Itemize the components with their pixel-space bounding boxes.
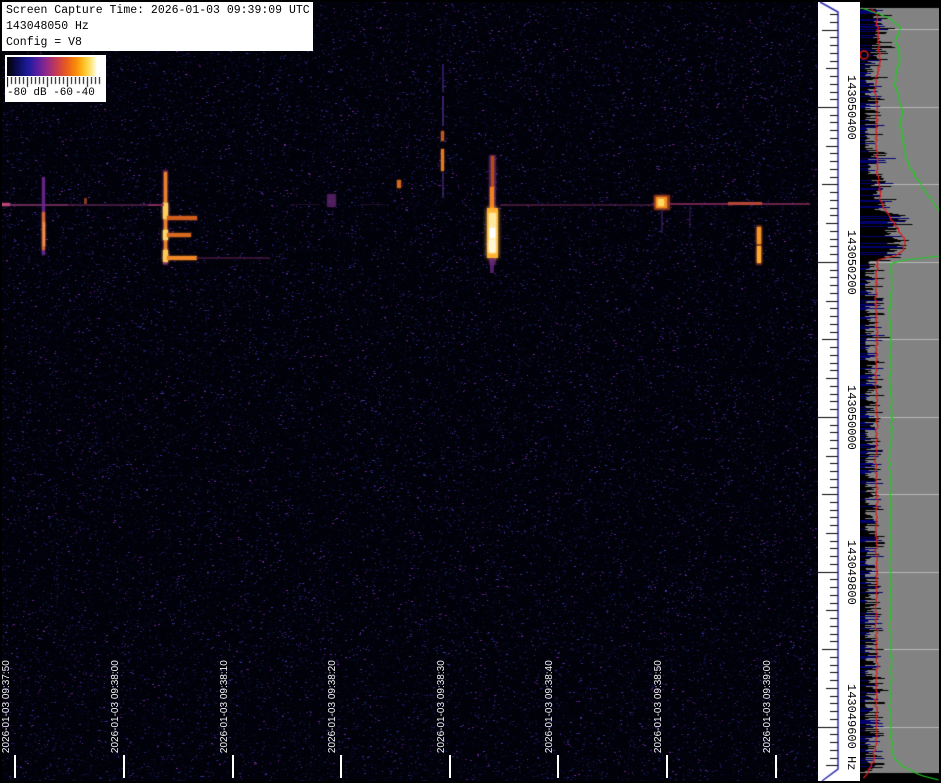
frequency-scale-ruler [818,0,860,783]
waterfall-spectrogram [0,0,818,783]
color-scale-label-left: -80 dB -60 [7,87,73,99]
capture-info-box: Screen Capture Time: 2026-01-03 09:39:09… [2,2,313,51]
config-text: Config = V8 [6,35,313,51]
color-scale-label-right: -40 [75,87,95,99]
capture-frequency-text: 143048050 Hz [6,19,313,35]
color-scale-legend: -80 dB -60 -40 [5,55,106,102]
color-gradient-bar [7,57,103,76]
spectrum-graph-panel [860,0,941,783]
spectrum-lab-capture: 2026-01-03 09:37:502026-01-03 09:38:0020… [0,0,941,783]
capture-time-text: Screen Capture Time: 2026-01-03 09:39:09… [6,3,313,19]
